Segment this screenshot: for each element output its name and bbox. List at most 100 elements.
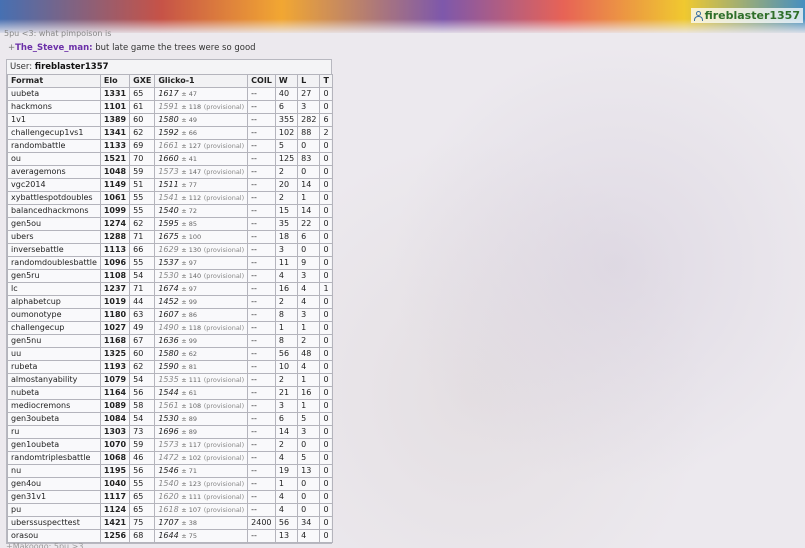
glicko-cell: 1595 ± 85	[154, 217, 249, 231]
wins-cell: 8	[274, 334, 299, 348]
glicko-rating: 1561	[158, 401, 179, 410]
coil-cell: --	[247, 360, 276, 374]
glicko-cell: 1490 ± 118 (provisional)	[154, 321, 249, 335]
format-cell: gen31v1	[7, 490, 101, 504]
ladder-table: Format Elo GXE Glicko-1 COIL W L T uubeta 1331 65…	[7, 74, 333, 543]
losses-cell: 4	[297, 529, 321, 543]
provisional-label: (provisional)	[203, 493, 245, 501]
format-cell: orasou	[7, 529, 101, 543]
chat-username[interactable]: The_Steve_man:	[15, 43, 92, 53]
elo-cell: 1274	[99, 217, 131, 231]
coil-cell: --	[247, 256, 276, 270]
wins-cell: 13	[274, 529, 299, 543]
coil-cell: --	[247, 269, 276, 283]
elo-cell: 1341	[99, 126, 131, 140]
ties-cell: 0	[319, 165, 333, 179]
format-cell: mediocremons	[7, 399, 101, 413]
glicko-cell: 1540 ± 123 (provisional)	[154, 477, 249, 491]
losses-cell: 1	[297, 191, 321, 205]
format-cell: oumonotype	[7, 308, 101, 322]
glicko-deviation: ± 107	[181, 506, 202, 514]
ties-cell: 0	[319, 360, 333, 374]
wins-cell: 35	[274, 217, 299, 231]
coil-cell: --	[247, 204, 276, 218]
table-row: xybattlespotdoubles 1061 55 1541 ± 112 (pro…	[7, 191, 333, 205]
elo-cell: 1288	[99, 230, 131, 244]
wins-cell: 11	[274, 256, 299, 270]
table-row: almostanyability 1079 54 1535 ± 111 (provis…	[7, 373, 333, 387]
losses-cell: 34	[297, 516, 321, 530]
elo-cell: 1084	[99, 412, 131, 426]
losses-cell: 0	[297, 139, 321, 153]
ties-cell: 0	[319, 217, 333, 231]
elo-cell: 1303	[99, 425, 131, 439]
glicko-deviation: ± 112	[181, 194, 202, 202]
glicko-rating: 1540	[158, 479, 179, 488]
ties-cell: 2	[319, 126, 333, 140]
ties-cell: 0	[319, 386, 333, 400]
glicko-rating: 1530	[158, 414, 179, 423]
table-row: ru 1303 73 1696 ± 89 -- 14 3 0	[7, 425, 333, 439]
room-banner	[0, 0, 805, 33]
glicko-deviation: ± 127	[181, 142, 202, 150]
glicko-cell: 1452 ± 99	[154, 295, 249, 309]
glicko-rating: 1661	[158, 141, 179, 150]
glicko-rating: 1591	[158, 102, 179, 111]
format-cell: rubeta	[7, 360, 101, 374]
column-header: COIL	[247, 74, 276, 88]
elo-cell: 1019	[99, 295, 131, 309]
format-cell: nubeta	[7, 386, 101, 400]
coil-cell: --	[247, 139, 276, 153]
format-cell: pu	[7, 503, 101, 517]
glicko-deviation: ± 130	[181, 246, 202, 254]
elo-cell: 1040	[99, 477, 131, 491]
losses-cell: 4	[297, 360, 321, 374]
glicko-cell: 1530 ± 89	[154, 412, 249, 426]
coil-cell: --	[247, 386, 276, 400]
table-row: ou 1521 70 1660 ± 41 -- 125 83 0	[7, 152, 333, 166]
ties-cell: 0	[319, 412, 333, 426]
format-cell: ou	[7, 152, 101, 166]
glicko-deviation: ± 75	[181, 532, 198, 540]
user-menu[interactable]: fireblaster1357	[690, 8, 803, 23]
gxe-cell: 58	[129, 399, 156, 413]
elo-cell: 1099	[99, 204, 131, 218]
ties-cell: 0	[319, 295, 333, 309]
glicko-cell: 1696 ± 89	[154, 425, 249, 439]
glicko-deviation: ± 118	[181, 324, 202, 332]
losses-cell: 3	[297, 308, 321, 322]
losses-cell: 5	[297, 451, 321, 465]
losses-cell: 2	[297, 334, 321, 348]
chat-text: but late game the trees were so good	[95, 43, 256, 53]
format-cell: gen5ou	[7, 217, 101, 231]
format-cell: gen1oubeta	[7, 438, 101, 452]
coil-cell: --	[247, 295, 276, 309]
ties-cell: 6	[319, 113, 333, 127]
table-row: balancedhackmons 1099 55 1540 ± 72 -- 15 14 0	[7, 204, 333, 218]
table-row: lc 1237 71 1674 ± 97 -- 16 4 1	[7, 282, 333, 296]
losses-cell: 6	[297, 230, 321, 244]
provisional-label: (provisional)	[203, 454, 245, 462]
ties-cell: 0	[319, 425, 333, 439]
glicko-deviation: ± 100	[181, 233, 202, 241]
wins-cell: 2	[274, 438, 299, 452]
glicko-rating: 1636	[158, 336, 179, 345]
glicko-cell: 1535 ± 111 (provisional)	[154, 373, 249, 387]
coil-cell: --	[247, 425, 276, 439]
glicko-deviation: ± 108	[181, 402, 202, 410]
glicko-deviation: ± 99	[181, 337, 198, 345]
format-cell: alphabetcup	[7, 295, 101, 309]
format-cell: averagemons	[7, 165, 101, 179]
elo-cell: 1331	[99, 87, 131, 101]
losses-cell: 0	[297, 477, 321, 491]
glicko-cell: 1546 ± 71	[154, 464, 249, 478]
format-cell: uberssuspecttest	[7, 516, 101, 530]
provisional-label: (provisional)	[203, 194, 245, 202]
coil-cell: --	[247, 87, 276, 101]
elo-cell: 1195	[99, 464, 131, 478]
glicko-rating: 1618	[158, 505, 179, 514]
glicko-rating: 1580	[158, 349, 179, 358]
wins-cell: 20	[274, 178, 299, 192]
ties-cell: 0	[319, 373, 333, 387]
wins-cell: 4	[274, 451, 299, 465]
